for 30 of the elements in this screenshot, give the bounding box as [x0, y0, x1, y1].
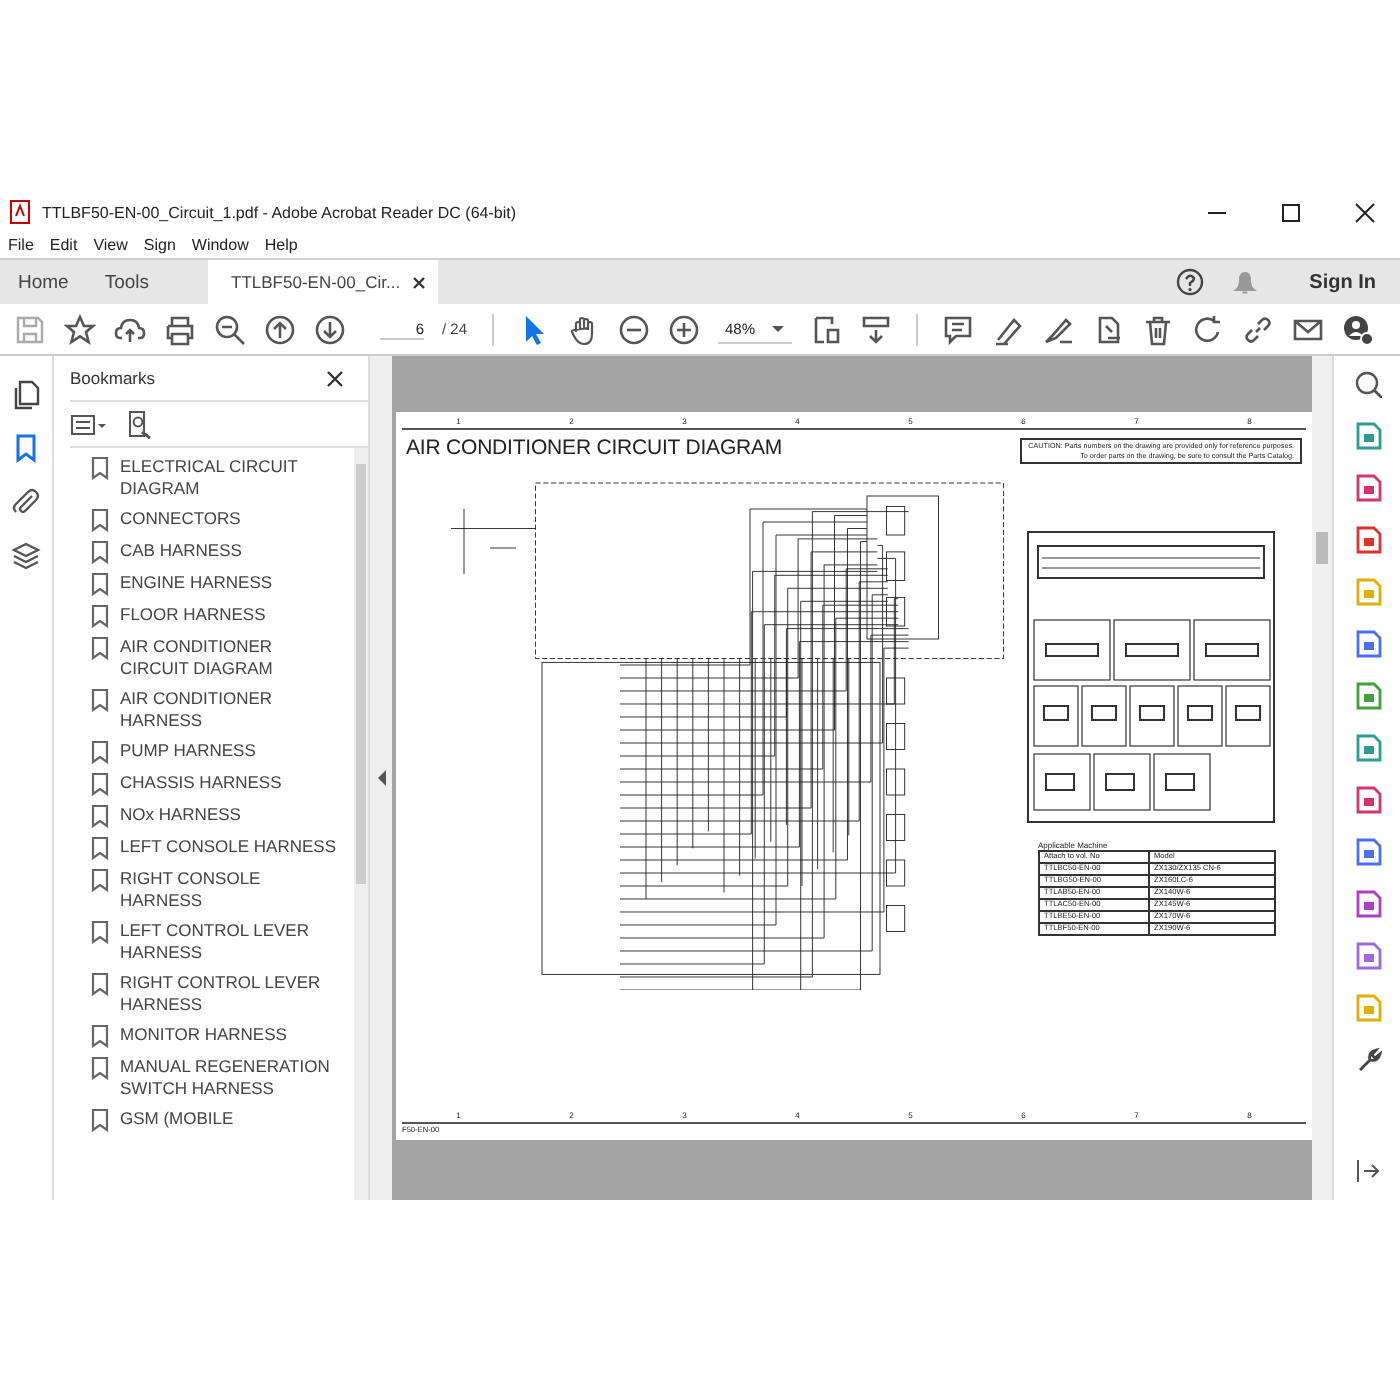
bookmark-item[interactable]: MONITOR HARNESS	[120, 1024, 336, 1046]
bookmark-item[interactable]: CHASSIS HARNESS	[120, 772, 336, 794]
tab[interactable]: Tools	[86, 260, 168, 304]
diagram-title: AIR CONDITIONER CIRCUIT DIAGRAM	[406, 436, 783, 460]
bookmark-item[interactable]: NOx HARNESS	[120, 804, 336, 826]
tab[interactable]: TTLBF50-EN-00_Cir...	[207, 260, 439, 304]
bookmark-item[interactable]: CAB HARNESS	[120, 540, 336, 562]
bookmark-item[interactable]: LEFT CONSOLE HARNESS	[120, 836, 336, 858]
menu-item[interactable]: Window	[191, 235, 249, 253]
sign-in-link[interactable]: Sign In	[1309, 271, 1376, 293]
bookmark-item[interactable]: MANUAL REGENERATION SWITCH HARNESS	[120, 1056, 336, 1100]
bookmark-item[interactable]: RIGHT CONTROL LEVER HARNESS	[120, 972, 336, 1016]
menu-item[interactable]: View	[93, 235, 128, 253]
panel-title: Bookmarks	[70, 368, 156, 388]
menu-item[interactable]: File	[8, 235, 34, 253]
bookmark-item[interactable]: PUMP HARNESS	[120, 740, 336, 762]
menu-item[interactable]: Help	[264, 235, 298, 253]
menu-item[interactable]: Edit	[49, 235, 78, 253]
bookmark-item[interactable]: RIGHT CONSOLE HARNESS	[120, 868, 336, 912]
bookmark-item[interactable]: GSM (MOBILE	[120, 1108, 336, 1130]
bookmark-item[interactable]: AIR CONDITIONER CIRCUIT DIAGRAM	[120, 636, 336, 680]
bookmark-item[interactable]: AIR CONDITIONER HARNESS	[120, 688, 336, 732]
tab[interactable]: Home	[0, 260, 87, 304]
window-title: TTLBF50-EN-00_Circuit_1.pdf - Adobe Acrobat Reader DC (64-bit)	[42, 203, 518, 221]
bookmark-item[interactable]: CONNECTORS	[120, 508, 336, 530]
menu-item[interactable]: Sign	[143, 235, 176, 253]
bookmark-item[interactable]: FLOOR HARNESS	[120, 604, 336, 626]
bookmark-item[interactable]: LEFT CONTROL LEVER HARNESS	[120, 920, 336, 964]
bookmark-item[interactable]: ELECTRICAL CIRCUIT DIAGRAM	[120, 456, 336, 500]
bookmark-item[interactable]: ENGINE HARNESS	[120, 572, 336, 594]
